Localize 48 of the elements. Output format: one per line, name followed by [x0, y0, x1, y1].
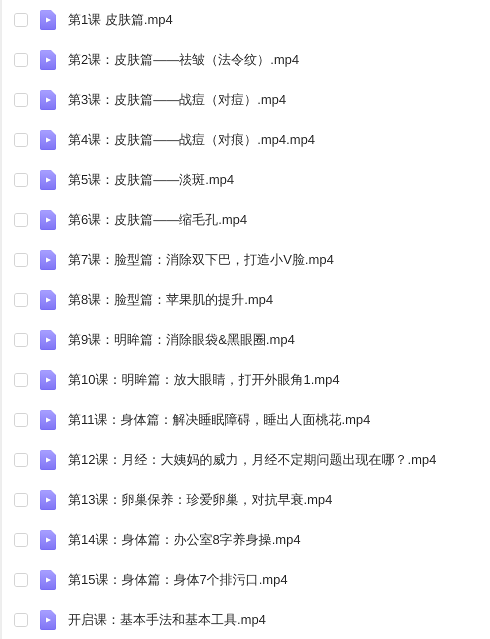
file-name[interactable]: 第11课：身体篇：解决睡眠障碍，睡出人面桃花.mp4 — [68, 410, 370, 430]
checkbox[interactable] — [14, 133, 28, 147]
checkbox[interactable] — [14, 13, 28, 27]
file-name[interactable]: 第1课 皮肤篇.mp4 — [68, 10, 173, 30]
file-name[interactable]: 第12课：月经：大姨妈的威力，月经不定期问题出现在哪？.mp4 — [68, 450, 436, 470]
video-file-icon — [40, 530, 56, 550]
video-file-icon — [40, 330, 56, 350]
file-name[interactable]: 第8课：脸型篇：苹果肌的提升.mp4 — [68, 290, 274, 310]
file-name[interactable]: 第6课：皮肤篇——缩毛孔.mp4 — [68, 210, 248, 230]
file-name[interactable]: 开启课：基本手法和基本工具.mp4 — [68, 610, 266, 630]
video-file-icon — [40, 490, 56, 510]
video-file-icon — [40, 50, 56, 70]
file-name[interactable]: 第10课：明眸篇：放大眼睛，打开外眼角1.mp4 — [68, 370, 340, 390]
video-file-icon — [40, 450, 56, 470]
video-file-icon — [40, 90, 56, 110]
checkbox[interactable] — [14, 333, 28, 347]
checkbox[interactable] — [14, 373, 28, 387]
video-file-icon — [40, 410, 56, 430]
video-file-icon — [40, 170, 56, 190]
file-name[interactable]: 第3课：皮肤篇——战痘（对痘）.mp4 — [68, 90, 286, 110]
video-file-icon — [40, 210, 56, 230]
checkbox[interactable] — [14, 293, 28, 307]
file-name[interactable]: 第9课：明眸篇：消除眼袋&黑眼圈.mp4 — [68, 330, 295, 350]
file-name[interactable]: 第5课：皮肤篇——淡斑.mp4 — [68, 170, 234, 190]
checkbox[interactable] — [14, 413, 28, 427]
video-file-icon — [40, 610, 56, 630]
checkbox[interactable] — [14, 453, 28, 467]
checkbox[interactable] — [14, 613, 28, 627]
checkbox[interactable] — [14, 213, 28, 227]
video-file-icon — [40, 250, 56, 270]
file-name[interactable]: 第4课：皮肤篇——战痘（对痕）.mp4.mp4 — [68, 130, 316, 150]
checkbox[interactable] — [14, 53, 28, 67]
video-file-icon — [40, 370, 56, 390]
file-name[interactable]: 第7课：脸型篇：消除双下巴，打造小V脸.mp4 — [68, 250, 334, 270]
file-name[interactable]: 第14课：身体篇：办公室8字养身操.mp4 — [68, 530, 301, 550]
checkbox[interactable] — [14, 173, 28, 187]
file-name[interactable]: 第13课：卵巢保养：珍爱卵巢，对抗早衰.mp4 — [68, 490, 332, 510]
checkbox[interactable] — [14, 493, 28, 507]
checkbox[interactable] — [14, 533, 28, 547]
file-name[interactable]: 第15课：身体篇：身体7个排污口.mp4 — [68, 570, 288, 590]
file-name[interactable]: 第2课：皮肤篇——祛皱（法令纹）.mp4 — [68, 50, 300, 70]
video-file-icon — [40, 570, 56, 590]
checkbox[interactable] — [14, 573, 28, 587]
checkbox[interactable] — [14, 253, 28, 267]
video-file-icon — [40, 290, 56, 310]
video-file-icon — [40, 10, 56, 30]
video-file-icon — [40, 130, 56, 150]
checkbox[interactable] — [14, 93, 28, 107]
